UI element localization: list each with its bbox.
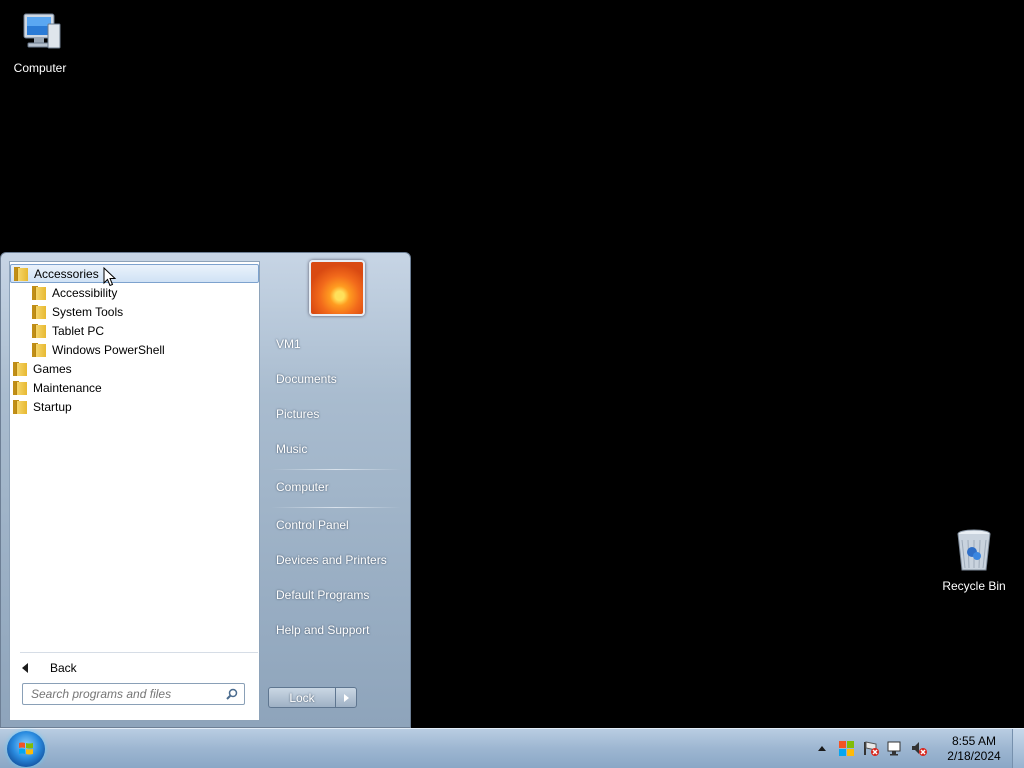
- search-input[interactable]: [31, 687, 221, 701]
- start-item-label: Control Panel: [276, 518, 349, 532]
- start-item-label: Computer: [276, 480, 329, 494]
- clock[interactable]: 8:55 AM 2/18/2024: [938, 734, 1010, 764]
- start-item-computer[interactable]: Computer: [276, 477, 329, 497]
- shutdown-options-button[interactable]: [335, 687, 357, 708]
- start-item-documents[interactable]: Documents: [276, 369, 337, 389]
- user-picture[interactable]: [309, 260, 365, 316]
- start-item-default-programs[interactable]: Default Programs: [276, 585, 369, 605]
- program-folder-label: Windows PowerShell: [52, 342, 165, 357]
- windows-logo-icon: [19, 742, 33, 755]
- lock-button[interactable]: Lock: [268, 687, 335, 708]
- folder-icon: [32, 285, 46, 300]
- program-folder-accessories[interactable]: Accessories: [10, 264, 259, 283]
- separator: [271, 507, 401, 508]
- recycle-bin-icon: [957, 529, 991, 571]
- folder-icon: [14, 266, 28, 281]
- desktop-icon-label: Computer: [13, 61, 67, 75]
- program-folder-windows-powershell[interactable]: Windows PowerShell: [32, 340, 165, 359]
- start-item-user[interactable]: VM1: [276, 334, 301, 354]
- start-item-help-and-support[interactable]: Help and Support: [276, 620, 369, 640]
- volume-muted-icon[interactable]: [910, 739, 928, 757]
- program-folder-system-tools[interactable]: System Tools: [32, 302, 123, 321]
- network-disconnected-icon[interactable]: [862, 739, 880, 757]
- folder-icon: [13, 361, 27, 376]
- back-arrow-icon: [22, 663, 28, 673]
- computer-icon: [23, 13, 61, 49]
- clock-date: 2/18/2024: [947, 749, 1001, 763]
- start-menu: Accessories Accessibility System Tools T…: [0, 252, 411, 728]
- desktop-icon-recycle-bin[interactable]: Recycle Bin: [934, 526, 1014, 593]
- program-folder-label: Startup: [33, 399, 72, 414]
- show-hidden-icons-icon[interactable]: [818, 745, 826, 751]
- clock-time: 8:55 AM: [951, 734, 997, 748]
- folder-icon: [32, 304, 46, 319]
- start-item-label: Music: [276, 442, 308, 456]
- lock-button-group: Lock: [268, 687, 358, 708]
- program-folder-maintenance[interactable]: Maintenance: [13, 378, 102, 397]
- start-item-label: Pictures: [276, 407, 320, 421]
- program-folder-label: Games: [33, 361, 72, 376]
- start-button[interactable]: [7, 731, 45, 767]
- folder-icon: [32, 342, 46, 357]
- start-item-pictures[interactable]: Pictures: [276, 404, 319, 424]
- start-item-label: VM1: [276, 337, 301, 351]
- search-box[interactable]: [22, 683, 245, 705]
- start-item-music[interactable]: Music: [276, 439, 307, 459]
- desktop-icon-label: Recycle Bin: [942, 579, 1006, 593]
- separator: [20, 652, 258, 653]
- separator: [271, 469, 401, 470]
- program-folder-startup[interactable]: Startup: [13, 397, 72, 416]
- search-area: [9, 673, 260, 721]
- start-item-devices-and-printers[interactable]: Devices and Printers: [276, 550, 387, 570]
- start-item-label: Documents: [276, 372, 337, 386]
- all-programs-list: Accessories Accessibility System Tools T…: [9, 261, 260, 675]
- start-item-label: Devices and Printers: [276, 553, 387, 567]
- desktop-icon-computer[interactable]: Computer: [0, 8, 80, 75]
- mouse-cursor-icon: [103, 267, 117, 287]
- folder-icon: [32, 323, 46, 338]
- start-item-control-panel[interactable]: Control Panel: [276, 515, 349, 535]
- start-item-label: Default Programs: [276, 588, 370, 602]
- display-icon[interactable]: [886, 739, 904, 757]
- program-folder-label: Accessories: [34, 266, 99, 281]
- program-folder-tablet-pc[interactable]: Tablet PC: [32, 321, 104, 340]
- program-folder-label: System Tools: [52, 304, 124, 319]
- taskbar: 8:55 AM 2/18/2024: [0, 728, 1024, 768]
- action-center-icon[interactable]: [838, 739, 856, 757]
- folder-icon: [13, 380, 27, 395]
- program-folder-label: Maintenance: [33, 380, 102, 395]
- program-folder-games[interactable]: Games: [13, 359, 72, 378]
- show-desktop-button[interactable]: [1012, 729, 1024, 768]
- folder-icon: [13, 399, 27, 414]
- program-folder-label: Accessibility: [52, 285, 118, 300]
- program-folder-label: Tablet PC: [52, 323, 105, 338]
- chevron-right-icon: [343, 693, 349, 702]
- search-icon[interactable]: [226, 688, 238, 700]
- start-item-label: Help and Support: [276, 623, 370, 637]
- system-tray: [818, 739, 928, 757]
